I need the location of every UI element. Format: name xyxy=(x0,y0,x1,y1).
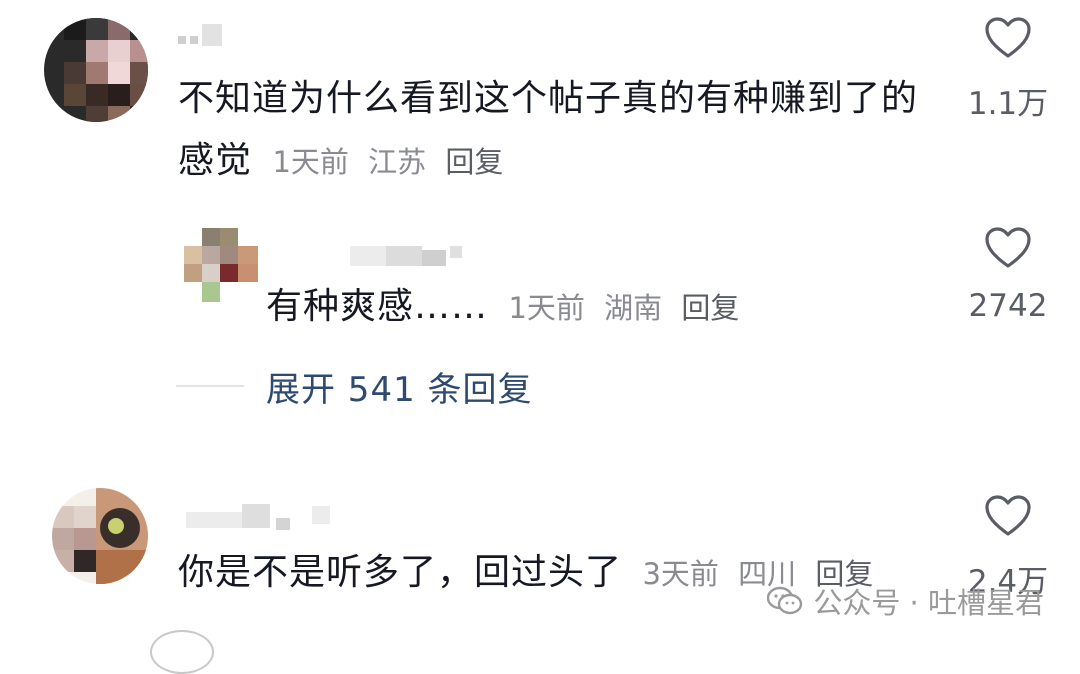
avatar[interactable] xyxy=(150,630,214,674)
wechat-icon xyxy=(767,586,803,615)
reply-button[interactable]: 回复 xyxy=(445,145,503,179)
divider xyxy=(176,385,244,387)
comment-text: 有种爽感…… 1天前 湖南 回复 xyxy=(266,276,906,339)
like-button[interactable]: 1.1万 xyxy=(948,16,1068,123)
reply-item: 有种爽感…… 1天前 湖南 回复 2742 xyxy=(0,210,1080,350)
username[interactable] xyxy=(186,502,346,530)
username[interactable] xyxy=(350,244,470,270)
avatar[interactable] xyxy=(52,488,148,584)
heart-outline-icon[interactable] xyxy=(984,16,1032,60)
comment-text: 不知道为什么看到这个帖子真的有种赚到了的感觉 1天前 江苏 回复 xyxy=(178,68,938,193)
comment-time: 1天前 xyxy=(508,291,585,325)
watermark: 公众号 · 吐槽星君 xyxy=(767,580,1044,622)
like-count: 2742 xyxy=(968,288,1048,324)
reply-button[interactable]: 回复 xyxy=(681,291,739,325)
comment-location: 湖南 xyxy=(604,291,663,325)
heart-outline-icon[interactable] xyxy=(984,226,1032,270)
comment-body: 有种爽感…… xyxy=(266,286,489,327)
watermark-text: 公众号 · 吐槽星君 xyxy=(813,586,1044,620)
expand-replies-label[interactable]: 展开 541 条回复 xyxy=(266,362,533,411)
avatar[interactable] xyxy=(184,228,258,302)
like-count: 1.1万 xyxy=(967,86,1049,122)
comment-time: 1天前 xyxy=(272,145,349,179)
like-button[interactable]: 2742 xyxy=(948,226,1068,324)
expand-replies-button[interactable]: 展开 541 条回复 xyxy=(176,356,533,416)
comment-body: 你是不是听多了，回过头了 xyxy=(178,552,623,593)
comment-time: 3天前 xyxy=(642,557,719,591)
heart-outline-icon[interactable] xyxy=(984,494,1032,538)
comment-item: 不知道为什么看到这个帖子真的有种赚到了的感觉 1天前 江苏 回复 1.1万 xyxy=(0,0,1080,200)
username[interactable] xyxy=(178,22,238,48)
avatar[interactable] xyxy=(44,18,148,122)
comment-location: 江苏 xyxy=(368,145,427,179)
